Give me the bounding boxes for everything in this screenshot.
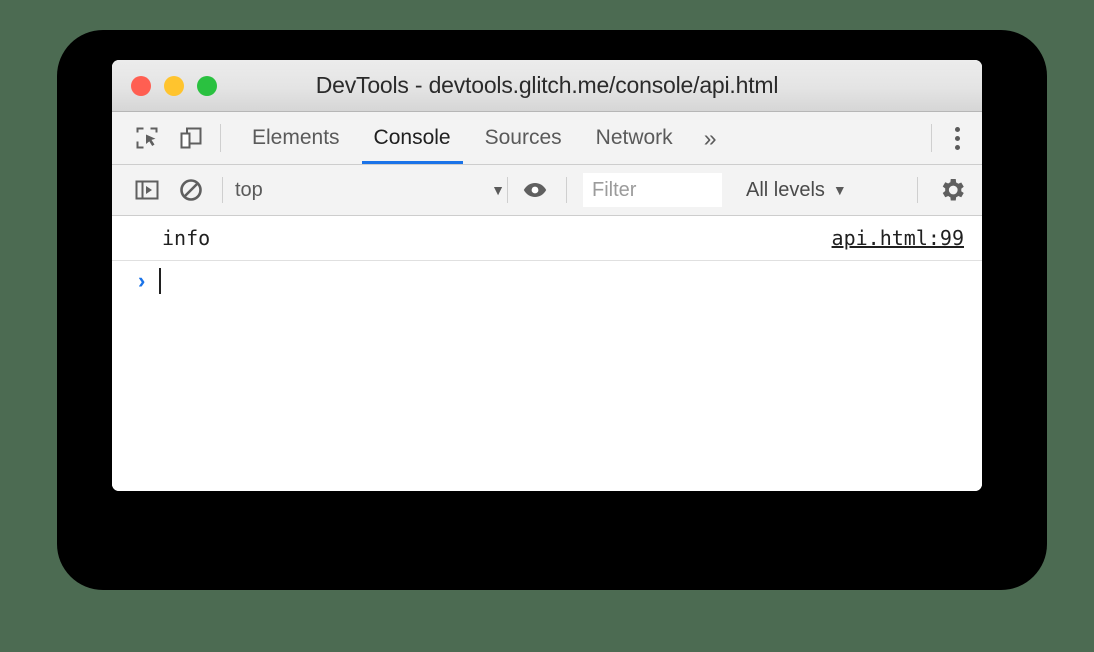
filter-input[interactable]: Filter xyxy=(583,173,722,207)
chevron-down-icon: ▼ xyxy=(491,182,505,198)
tab-elements[interactable]: Elements xyxy=(235,112,357,164)
minimize-window-button[interactable] xyxy=(164,75,184,96)
execution-context-selector[interactable]: top ▼ xyxy=(235,179,505,202)
tabbar-divider xyxy=(220,124,221,152)
live-expression-eye-icon[interactable] xyxy=(520,175,550,205)
console-message-row[interactable]: info api.html:99 xyxy=(112,216,982,261)
tab-network[interactable]: Network xyxy=(579,112,690,164)
window-titlebar: DevTools - devtools.glitch.me/console/ap… xyxy=(112,60,982,112)
tabbar-right-group xyxy=(931,112,982,164)
console-message-text: info xyxy=(162,226,211,250)
devtools-window: DevTools - devtools.glitch.me/console/ap… xyxy=(112,60,982,491)
tab-sources[interactable]: Sources xyxy=(468,112,579,164)
log-level-selector[interactable]: All levels ▼ xyxy=(746,179,847,202)
toolbar-divider xyxy=(507,177,508,203)
console-message-source-link[interactable]: api.html:99 xyxy=(832,226,964,250)
kebab-menu-icon[interactable] xyxy=(932,112,982,164)
text-cursor xyxy=(159,268,162,294)
kebab-dot xyxy=(954,135,960,141)
toolbar-divider xyxy=(917,177,918,203)
close-window-button[interactable] xyxy=(131,75,151,96)
prompt-chevron-icon: › xyxy=(138,268,146,293)
settings-gear-icon[interactable] xyxy=(930,168,974,212)
execution-context-value: top xyxy=(235,178,263,201)
tabbar-tool-icons xyxy=(112,112,204,164)
console-message-list: info api.html:99 › xyxy=(112,216,982,491)
show-console-sidebar-icon[interactable] xyxy=(132,175,162,205)
maximize-window-button[interactable] xyxy=(197,75,217,96)
kebab-dot xyxy=(954,144,960,150)
toolbar-divider xyxy=(566,177,567,203)
log-level-label: All levels xyxy=(746,178,825,201)
devtools-tabbar: Elements Console Sources Network » xyxy=(112,112,982,165)
inspect-element-icon[interactable] xyxy=(134,125,160,151)
chevron-down-icon: ▼ xyxy=(832,182,847,198)
traffic-lights xyxy=(131,75,217,96)
console-toolbar: top ▼ Filter All levels ▼ xyxy=(112,165,982,216)
tabs-overflow-chevron-icon[interactable]: » xyxy=(690,112,731,164)
window-title: DevTools - devtools.glitch.me/console/ap… xyxy=(315,72,779,98)
device-toolbar-icon[interactable] xyxy=(178,125,204,151)
tab-console[interactable]: Console xyxy=(357,112,468,164)
kebab-dot xyxy=(954,126,960,132)
console-prompt-row[interactable]: › xyxy=(112,261,982,301)
clear-console-icon[interactable] xyxy=(176,175,206,205)
toolbar-divider xyxy=(222,177,223,203)
panel-tabs: Elements Console Sources Network » xyxy=(235,112,730,164)
